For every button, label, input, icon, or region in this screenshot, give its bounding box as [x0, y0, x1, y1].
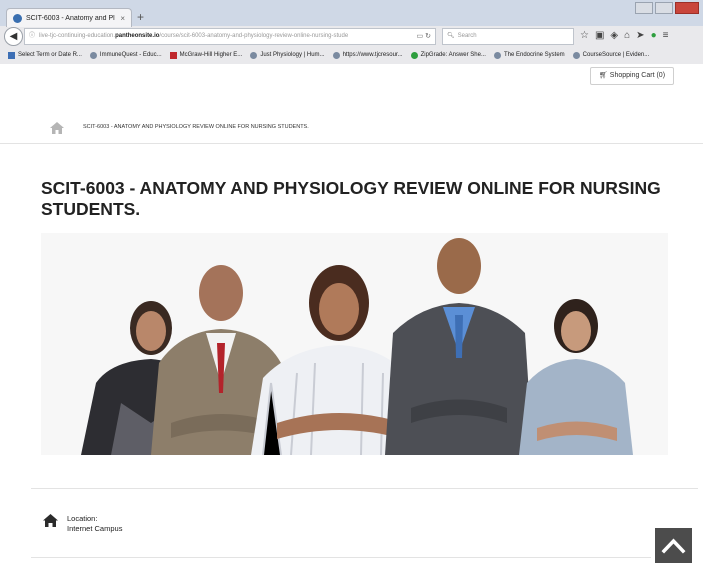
- menu-icon[interactable]: ≡: [663, 27, 669, 44]
- bookmarks-bar: Select Term or Date R... ImmuneQuest - Ed…: [0, 47, 703, 63]
- site-icon: [250, 51, 258, 59]
- search-placeholder: Search: [457, 33, 477, 39]
- toolbar-icons: ☆ ▣ ◈ ⌂ ➤ ● ≡: [580, 27, 668, 44]
- home-icon[interactable]: ⌂: [624, 27, 630, 44]
- bookmark-label: The Endocrine System: [503, 52, 565, 58]
- location-value: Internet Campus: [67, 524, 123, 533]
- shopping-cart-button[interactable]: 🛒︎ Shopping Cart (0): [590, 67, 674, 85]
- location-label: Location:: [67, 514, 98, 523]
- back-button[interactable]: ◀: [4, 27, 23, 46]
- navigation-bar: ◀ ⓘ live-tjc-continuing-education.pantheo…: [0, 27, 703, 46]
- bookmark-label: ImmuneQuest - Educ...: [99, 52, 162, 58]
- group-photo: [81, 238, 633, 455]
- divider: [31, 557, 651, 558]
- site-icon: [89, 51, 97, 59]
- url-host: pantheonsite.io: [115, 33, 160, 39]
- reload-icon[interactable]: ↻: [425, 33, 431, 40]
- bookmark-item[interactable]: CourseSource | Eviden...: [572, 51, 650, 59]
- url-prefix: live-tjc-continuing-education.: [39, 33, 116, 39]
- bookmark-item[interactable]: https://www.tjcresour...: [332, 51, 403, 59]
- divider: [0, 143, 703, 144]
- site-icon: [332, 51, 340, 59]
- mcgraw-hill-icon: [169, 51, 177, 59]
- chevron-up-icon: [661, 538, 686, 554]
- bookmark-label: ZipGrade: Answer She...: [420, 52, 486, 58]
- tab-title: SCIT-6003 - Anatomy and Pl: [26, 14, 115, 22]
- pocket-icon[interactable]: ◈: [610, 27, 618, 44]
- address-bar[interactable]: ⓘ live-tjc-continuing-education.pantheons…: [24, 28, 436, 45]
- library-icon[interactable]: ▣: [595, 27, 604, 44]
- bookmark-label: Select Term or Date R...: [18, 52, 82, 58]
- cart-label: Shopping Cart (0): [609, 72, 666, 79]
- bookmark-item[interactable]: ImmuneQuest - Educ...: [89, 51, 162, 59]
- breadcrumb-current: SCIT-6003 - ANATOMY AND PHYSIOLOGY REVIE…: [83, 124, 309, 130]
- site-icon: [493, 51, 501, 59]
- address-bar-buttons: ▭ ↻: [417, 29, 431, 44]
- bookmark-label: McGraw-Hill Higher E...: [179, 52, 243, 58]
- check-icon: [410, 51, 418, 59]
- page-title: SCIT-6003 - ANATOMY AND PHYSIOLOGY REVIE…: [41, 178, 661, 219]
- bookmark-label: Just Physiology | Hum...: [260, 52, 325, 58]
- bookmark-icon: [8, 51, 15, 59]
- bookmark-item[interactable]: Just Physiology | Hum...: [250, 51, 325, 59]
- cart-icon: 🛒︎: [598, 72, 608, 79]
- person-figure: [519, 299, 633, 455]
- browser-chrome: SCIT-6003 - Anatomy and Pl × + ◀ ⓘ live-t…: [0, 0, 703, 64]
- divider: [31, 488, 698, 489]
- bookmark-item[interactable]: Select Term or Date R...: [8, 51, 82, 59]
- bookmark-item[interactable]: The Endocrine System: [493, 51, 565, 59]
- home-icon: [43, 514, 58, 527]
- course-hero-image: [41, 233, 668, 455]
- minimize-button[interactable]: [635, 2, 653, 14]
- person-figure: [385, 238, 533, 455]
- site-icon: [572, 51, 580, 59]
- window-controls: [635, 2, 699, 14]
- new-tab-button[interactable]: +: [137, 10, 144, 24]
- window-close-button[interactable]: [675, 2, 699, 14]
- breadcrumb-home-icon[interactable]: [50, 122, 64, 134]
- bookmark-item[interactable]: McGraw-Hill Higher E...: [169, 51, 243, 59]
- extension-icon[interactable]: ●: [651, 27, 657, 44]
- bookmark-label: https://www.tjcresour...: [342, 52, 403, 58]
- favicon-icon: [13, 13, 22, 23]
- bookmark-item[interactable]: ZipGrade: Answer She...: [410, 51, 486, 59]
- bookmark-star-icon[interactable]: ☆: [580, 27, 589, 44]
- reader-view-icon[interactable]: ▭: [417, 33, 424, 40]
- send-icon[interactable]: ➤: [636, 27, 644, 44]
- maximize-button[interactable]: [655, 2, 673, 14]
- url-path: /course/scit-6003-anatomy-and-physiology…: [159, 33, 349, 39]
- site-info-icon[interactable]: ⓘ: [29, 33, 35, 39]
- browser-tab[interactable]: SCIT-6003 - Anatomy and Pl ×: [6, 8, 132, 27]
- search-icon: 🔍︎: [447, 33, 455, 39]
- bookmark-label: CourseSource | Eviden...: [582, 52, 650, 58]
- search-box[interactable]: 🔍︎ Search: [442, 28, 574, 45]
- tab-strip: SCIT-6003 - Anatomy and Pl × +: [0, 0, 703, 27]
- tab-close-icon[interactable]: ×: [120, 14, 125, 23]
- scroll-to-top-button[interactable]: [655, 528, 692, 563]
